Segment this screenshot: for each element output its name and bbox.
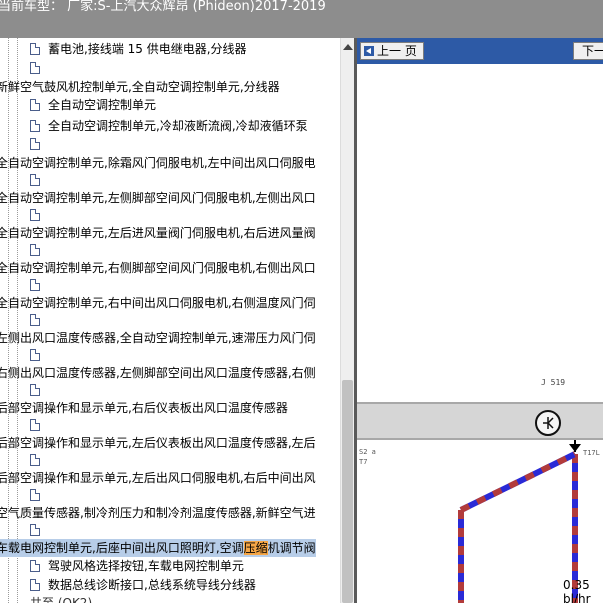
- document-icon: [30, 279, 40, 291]
- terminal-label: S2 a: [359, 448, 376, 456]
- arrow-left-icon: [364, 46, 374, 56]
- document-icon: [30, 314, 40, 326]
- current-model-title: 当前车型： 厂家:S-上汽大众辉昂 (Phideon)2017-2019: [0, 0, 326, 14]
- tree-item[interactable]: 驾驶风格选择按钮,车载电网控制单元: [0, 557, 340, 575]
- tree-item-label: 全自动空调控制单元: [48, 98, 157, 112]
- tree-item-label: 全自动空调控制单元,除霜风门伺服电机,左中间出风口伺服电: [0, 156, 316, 170]
- tree-item-label: 蓄电池,接线端 15 供电继电器,分线器: [48, 42, 247, 56]
- tree-item[interactable]: [0, 381, 340, 399]
- tree-item-label: 全自动空调控制单元,右中间出风口伺服电机,右侧温度风门伺: [0, 296, 316, 310]
- search-highlight: 压缩: [243, 541, 268, 555]
- tree-item[interactable]: 全自动空调控制单元,除霜风门伺服电机,左中间出风口伺服电: [0, 154, 340, 172]
- tree-item[interactable]: [0, 346, 340, 364]
- page-navigation-bar: 上一 页 下一: [357, 38, 603, 64]
- tree-item[interactable]: 空气质量传感器,制冷剂压力和制冷剂温度传感器,新鲜空气进: [0, 504, 340, 522]
- tree-scrollbar[interactable]: [340, 38, 354, 603]
- document-icon: [30, 489, 40, 501]
- document-icon: [30, 349, 40, 361]
- tree-item[interactable]: [0, 206, 340, 224]
- tree-item[interactable]: [0, 135, 340, 153]
- wire-cross-section: 0.35: [563, 578, 590, 592]
- tree-item[interactable]: 数据总线诊断接口,总线系统导线分线器: [0, 576, 340, 594]
- transistor-symbol-icon: [535, 410, 561, 436]
- document-icon: [30, 524, 40, 536]
- tree-item[interactable]: 蓄电池,接线端 15 供电继电器,分线器: [0, 40, 340, 58]
- document-icon: [30, 560, 40, 572]
- tree-item-label: 全自动空调控制单元,右侧脚部空间风门伺服电机,右侧出风口: [0, 261, 316, 275]
- next-page-button[interactable]: 下一: [573, 42, 603, 60]
- tree-item[interactable]: 全自动空调控制单元,冷却液断流阀,冷却液循环泵: [0, 117, 340, 135]
- tree-item-label: 后部空调操作和显示单元,左后出风口伺服电机,右后中间出风: [0, 471, 316, 485]
- tree-item[interactable]: 后部空调操作和显示单元,左后仪表板出风口温度传感器,左后: [0, 434, 340, 452]
- tree-item[interactable]: [0, 486, 340, 504]
- tree-item[interactable]: 右侧出风口温度传感器,左侧脚部空间出风口温度传感器,右侧: [0, 364, 340, 382]
- tree-item[interactable]: [0, 416, 340, 434]
- document-icon: [30, 62, 40, 74]
- document-icon: [30, 174, 40, 186]
- tree-item[interactable]: [0, 311, 340, 329]
- document-icon: [30, 244, 40, 256]
- document-icon: [30, 138, 40, 150]
- tree-item[interactable]: [0, 241, 340, 259]
- document-icon: [30, 579, 40, 591]
- scrollbar-thumb[interactable]: [342, 380, 353, 603]
- tree-item-label: 驾驶风格选择按钮,车载电网控制单元: [48, 559, 244, 573]
- tree-item[interactable]: 后部空调操作和显示单元,右后仪表板出风口温度传感器: [0, 399, 340, 417]
- tree-item-label: 空气质量传感器,制冷剂压力和制冷剂温度传感器,新鲜空气进: [0, 506, 316, 520]
- tree-item-label: 全自动空调控制单元,冷却液断流阀,冷却液循环泵: [48, 119, 308, 133]
- tree-item-label: 后部空调操作和显示单元,右后仪表板出风口温度传感器: [0, 401, 288, 415]
- scroll-up-arrow-icon[interactable]: [343, 44, 353, 50]
- document-icon: [30, 454, 40, 466]
- tree-item-label: 左侧出风口温度传感器,全自动空调控制单元,速滞压力风门伺: [0, 331, 316, 345]
- tree-item[interactable]: [0, 276, 340, 294]
- tree-item[interactable]: [0, 171, 340, 189]
- previous-page-button[interactable]: 上一 页: [360, 42, 424, 60]
- tree-item[interactable]: 全自动空调控制单元,左侧脚部空间风门伺服电机,左侧出风口: [0, 189, 340, 207]
- tree-item-label: 全自动空调控制单元,左后进风量阀门伺服电机,右后进风量阀: [0, 226, 316, 240]
- tree-item-selected[interactable]: 车载电网控制单元,后座中间出风口照明灯,空调压缩机调节阀: [0, 539, 340, 557]
- diagram-viewer[interactable]: 上一 页 下一 J 519 S2 a T7 T17L 0.35 bl/hr: [357, 38, 603, 603]
- terminal-label: T17L: [583, 449, 600, 457]
- tree-item-label: 新鲜空气鼓风机控制单元,全自动空调控制单元,分线器: [0, 80, 280, 94]
- document-icon: [30, 99, 40, 111]
- document-icon: [30, 43, 40, 55]
- terminal-label: T7: [359, 458, 368, 466]
- tree-item[interactable]: 全自动空调控制单元: [0, 96, 340, 114]
- wire-color-code: bl/hr: [563, 592, 591, 603]
- tree-item[interactable]: 全自动空调控制单元,右侧脚部空间风门伺服电机,右侧出风口: [0, 259, 340, 277]
- previous-page-label: 上一 页: [377, 44, 417, 58]
- top-header-bar: 当前车型： 厂家:S-上汽大众辉昂 (Phideon)2017-2019: [0, 0, 603, 38]
- tree-item[interactable]: 左侧出风口温度传感器,全自动空调控制单元,速滞压力风门伺: [0, 329, 340, 347]
- next-page-label: 下一: [582, 44, 603, 58]
- document-icon: [30, 120, 40, 132]
- tree-item[interactable]: [0, 451, 340, 469]
- tree-item[interactable]: [0, 59, 340, 77]
- tree-item[interactable]: 全自动空调控制单元,右中间出风口伺服电机,右侧温度风门伺: [0, 294, 340, 312]
- wiring-diagram-tree[interactable]: 蓄电池,接线端 15 供电继电器,分线器 新鲜空气鼓风机控制单元,全自动空调控制…: [0, 38, 340, 603]
- tree-item[interactable]: 共至 (OK2): [0, 594, 340, 603]
- tree-item-label: 共至 (OK2): [30, 596, 93, 603]
- component-code: J 519: [541, 378, 566, 387]
- tree-item-label: 数据总线诊断接口,总线系统导线分线器: [48, 578, 256, 592]
- tree-item-label: 全自动空调控制单元,左侧脚部空间风门伺服电机,左侧出风口: [0, 191, 316, 205]
- document-icon: [30, 209, 40, 221]
- tree-item[interactable]: 新鲜空气鼓风机控制单元,全自动空调控制单元,分线器: [0, 78, 340, 96]
- tree-item-label: 后部空调操作和显示单元,左后仪表板出风口温度传感器,左后: [0, 436, 316, 450]
- tree-item-label: 车载电网控制单元,后座中间出风口照明灯,空调压缩机调节阀: [0, 539, 316, 557]
- tree-item[interactable]: [0, 521, 340, 539]
- document-icon: [30, 419, 40, 431]
- tree-item-label: 右侧出风口温度传感器,左侧脚部空间出风口温度传感器,右侧: [0, 366, 316, 380]
- diagram-divider-band: [357, 402, 603, 440]
- tree-item[interactable]: 全自动空调控制单元,左后进风量阀门伺服电机,右后进风量阀: [0, 224, 340, 242]
- tree-item[interactable]: 后部空调操作和显示单元,左后出风口伺服电机,右后中间出风: [0, 469, 340, 487]
- document-icon: [30, 384, 40, 396]
